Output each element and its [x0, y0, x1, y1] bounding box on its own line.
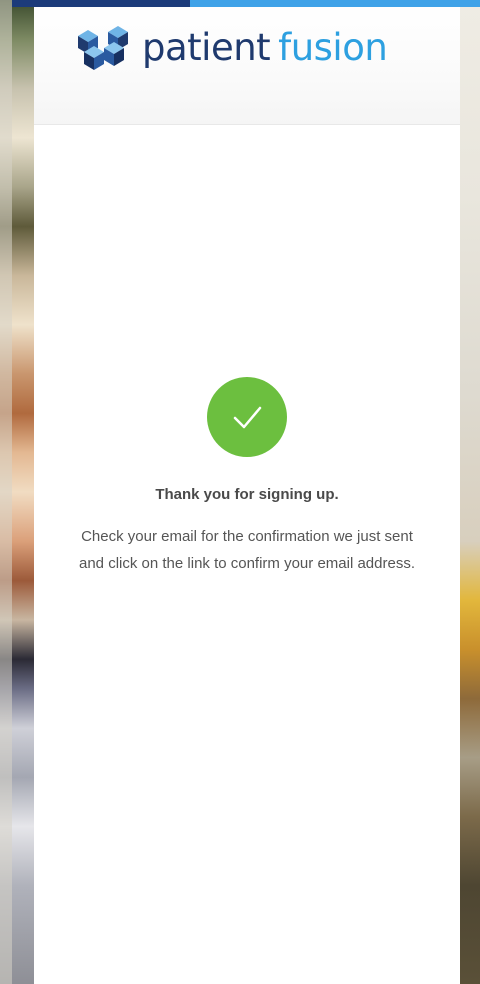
logo-word-patient: patient: [142, 26, 271, 69]
signup-card: patient fusion Thank you for signing up. …: [34, 0, 460, 984]
checkmark-icon: [233, 406, 262, 429]
confirmation-title: Thank you for signing up.: [155, 486, 339, 503]
background-photo-left: [0, 0, 34, 984]
success-badge: [207, 377, 287, 457]
patient-fusion-cube-icon: [78, 26, 128, 70]
confirmation-message: Check your email for the confirmation we…: [79, 528, 415, 572]
patient-fusion-logo[interactable]: patient fusion: [74, 24, 388, 72]
logo-word-fusion: fusion: [278, 26, 388, 69]
background-photo-right: [460, 0, 480, 984]
logo-wordmark: patient fusion: [142, 24, 388, 72]
confirmation-panel: Thank you for signing up. Check your ema…: [34, 377, 460, 577]
card-header: patient fusion: [34, 0, 460, 125]
progress-bar: [12, 0, 480, 7]
progress-bar-fill: [12, 0, 190, 7]
